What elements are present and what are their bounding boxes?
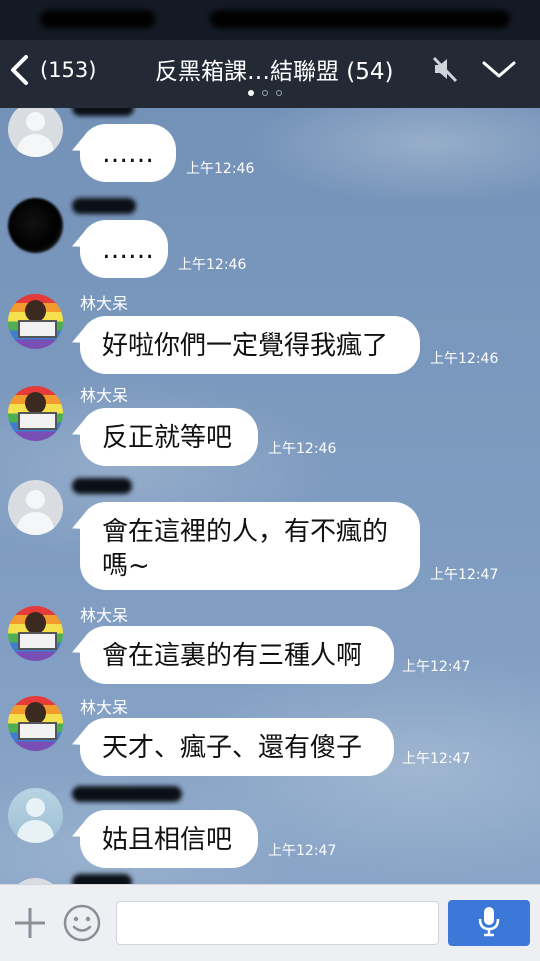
message-text: 好啦你們一定覺得我瘋了 — [102, 331, 389, 361]
message-bubble[interactable]: …… — [80, 220, 168, 278]
mute-icon — [430, 54, 460, 88]
sender-name-redacted — [72, 478, 132, 494]
avatar[interactable] — [8, 788, 63, 843]
avatar[interactable] — [8, 480, 63, 535]
message-time: 上午12:47 — [402, 751, 471, 767]
message-bubble[interactable]: 姑且相信吧 — [80, 810, 258, 868]
message-bubble[interactable]: …… — [80, 124, 176, 182]
avatar[interactable] — [8, 696, 63, 751]
message-text: 姑且相信吧 — [102, 825, 233, 855]
status-bar — [0, 0, 540, 40]
chat-title[interactable]: 反黑箱課…結聯盟 (54) — [155, 52, 394, 86]
avatar[interactable] — [8, 606, 63, 661]
avatar[interactable] — [8, 386, 63, 441]
avatar[interactable] — [8, 198, 63, 253]
chat-header: (153) 反黑箱課…結聯盟 (54) — [0, 40, 540, 108]
message-time: 上午12:47 — [430, 567, 499, 583]
message-text: …… — [102, 139, 154, 169]
avatar[interactable] — [8, 108, 63, 157]
page-indicator — [248, 90, 282, 96]
chevron-down-icon[interactable] — [482, 60, 516, 84]
message-bubble[interactable]: 天才、瘋子、還有傻子 — [80, 718, 394, 776]
message-text: 會在這裏的有三種人啊 — [102, 641, 363, 671]
microphone-button[interactable] — [448, 900, 530, 946]
message-text: 天才、瘋子、還有傻子 — [102, 733, 363, 763]
message-bubble[interactable]: 反正就等吧 — [80, 408, 258, 466]
avatar[interactable] — [8, 294, 63, 349]
sender-name: 林大呆 — [80, 386, 129, 405]
message-time: 上午12:46 — [430, 351, 499, 367]
message-time: 上午12:47 — [402, 659, 471, 675]
message-time: 上午12:46 — [268, 441, 337, 457]
message-time: 上午12:47 — [268, 843, 337, 859]
sender-name-redacted — [72, 786, 182, 802]
message-time: 上午12:46 — [186, 161, 255, 177]
sender-name-redacted — [72, 874, 132, 884]
message-time: 上午12:46 — [178, 257, 247, 273]
status-redaction — [210, 10, 510, 28]
status-redaction — [40, 10, 155, 28]
message-text: 反正就等吧 — [102, 423, 233, 453]
message-bubble[interactable]: 會在這裡的人，有不瘋的 嗎~ — [80, 502, 420, 590]
sender-name: 林大呆 — [80, 606, 129, 625]
chat-area[interactable]: …… 上午12:46 …… 上午12:46 林大呆 好啦你們一定覺得我瘋了 上午… — [0, 108, 540, 884]
page-dot — [248, 90, 254, 96]
message-text: …… — [102, 235, 154, 265]
sender-name-redacted — [72, 198, 136, 214]
microphone-icon — [476, 905, 502, 941]
back-button[interactable]: (153) — [8, 50, 118, 90]
message-input[interactable] — [116, 901, 439, 945]
message-bubble[interactable]: 好啦你們一定覺得我瘋了 — [80, 316, 420, 374]
message-bubble[interactable]: 會在這裏的有三種人啊 — [80, 626, 394, 684]
sender-name: 林大呆 — [80, 698, 129, 717]
page-dot — [262, 90, 268, 96]
back-chevron-icon — [8, 54, 30, 86]
plus-icon[interactable] — [12, 905, 48, 945]
page-dot — [276, 90, 282, 96]
emoji-icon[interactable] — [62, 903, 102, 947]
input-bar — [0, 884, 540, 961]
message-text: 會在這裡的人，有不瘋的 — [102, 517, 389, 547]
unread-count: (153) — [40, 58, 97, 82]
message-text: 嗎~ — [102, 551, 150, 581]
sender-name-redacted — [72, 108, 134, 116]
sender-name: 林大呆 — [80, 294, 129, 313]
